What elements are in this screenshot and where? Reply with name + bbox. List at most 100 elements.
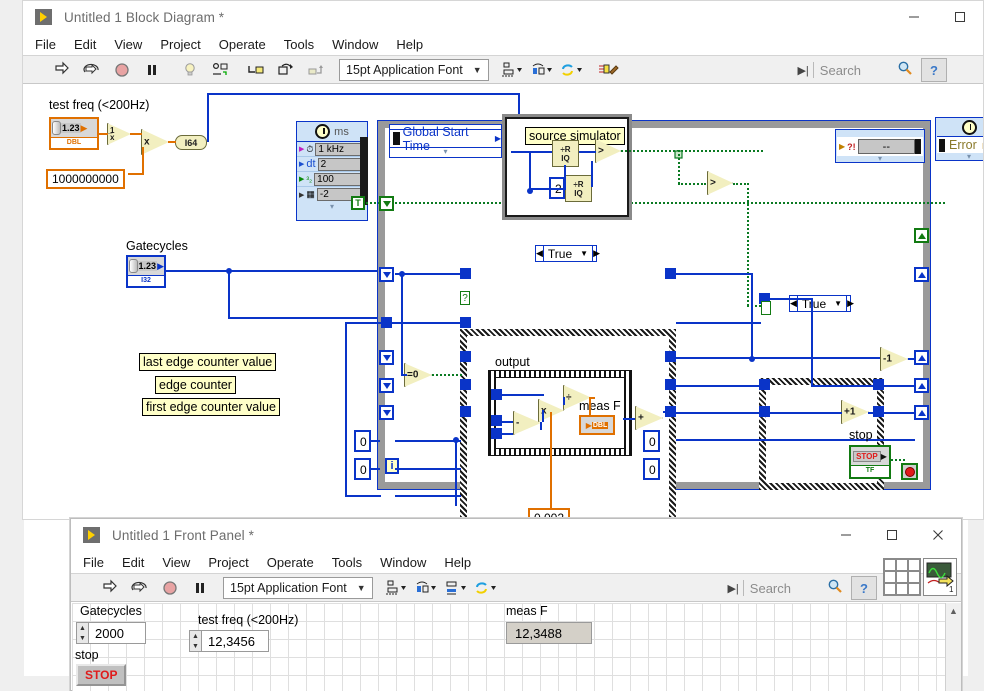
secondary-case-tunnel-r1[interactable] [873, 379, 884, 390]
main-case-tunnel-l5[interactable] [460, 406, 471, 417]
menu-window[interactable]: Window [371, 555, 435, 570]
shift-register-edge-counter-in[interactable] [379, 378, 394, 393]
abort-icon[interactable] [157, 575, 183, 601]
menu-operate[interactable]: Operate [210, 37, 275, 52]
error-terminal-chevron-icon[interactable]: ▾ [937, 153, 983, 161]
search-box[interactable]: ▶| Search [727, 576, 843, 600]
shift-register-first-edge-out[interactable] [914, 405, 929, 420]
stop-button[interactable]: STOP [76, 664, 127, 686]
main-case-selector[interactable]: ◀ True ▼ ▶ [535, 245, 600, 262]
menu-operate[interactable]: Operate [258, 555, 323, 570]
menu-window[interactable]: Window [323, 37, 387, 52]
output-tunnel-top[interactable] [491, 389, 502, 400]
main-case-tunnel-r1[interactable] [665, 268, 676, 279]
front-panel-titlebar[interactable]: Untitled 1 Front Panel * [71, 519, 961, 551]
shift-register-timing-in[interactable] [379, 196, 394, 211]
menu-tools[interactable]: Tools [275, 37, 323, 52]
search-input[interactable]: Search [750, 581, 791, 596]
menu-edit[interactable]: Edit [113, 555, 153, 570]
main-case-tunnel-r3[interactable] [665, 379, 676, 390]
case-prev-icon[interactable]: ◀ [536, 246, 543, 261]
front-panel-canvas[interactable]: Gatecycles ▲ ▼ 2000 test freq (<200Hz) ▲… [72, 603, 946, 691]
shift-register-last-edge-out[interactable] [914, 350, 929, 365]
meas-f-terminal[interactable]: ▶ DBL [579, 415, 615, 435]
shift-register-first-edge-in[interactable] [379, 405, 394, 420]
increment-node[interactable]: +1 [841, 400, 869, 424]
shift-register-gatecycles-in[interactable] [379, 267, 394, 282]
align-objects-icon[interactable] [383, 575, 409, 601]
close-icon[interactable] [915, 519, 961, 551]
step-into-icon[interactable] [243, 57, 269, 83]
test-freq-spinner[interactable]: ▲ ▼ [189, 630, 202, 652]
menu-tools[interactable]: Tools [323, 555, 371, 570]
run-icon[interactable] [97, 575, 123, 601]
equal-zero-node[interactable]: =0 [404, 363, 432, 387]
secondary-case-selector-terminal[interactable] [761, 301, 771, 315]
block-diagram-canvas[interactable]: test freq (<200Hz) 1.23 ▶ DBL 1000000000… [23, 85, 983, 519]
front-panel-scrollbar[interactable]: ▲ [945, 603, 961, 691]
greater-node-2[interactable]: > [707, 171, 733, 195]
minimize-icon[interactable] [823, 519, 869, 551]
run-continuously-icon[interactable] [127, 575, 153, 601]
menu-view[interactable]: View [153, 555, 199, 570]
search-box[interactable]: ▶| Search [797, 58, 913, 82]
shift-register-last-edge-in[interactable] [379, 350, 394, 365]
timing-config-scrollbar[interactable] [360, 137, 368, 205]
abort-icon[interactable] [109, 57, 135, 83]
zero-constant-a[interactable]: 0 [354, 430, 371, 452]
scroll-up-icon[interactable]: ▲ [946, 603, 961, 619]
zero-constant-c[interactable]: 0 [643, 430, 660, 452]
spinner-down-icon[interactable]: ▼ [190, 641, 201, 651]
case-next-icon[interactable]: ▶ [593, 246, 600, 261]
test-freq-terminal[interactable]: 1.23 ▶ DBL [49, 117, 99, 150]
menu-project[interactable]: Project [151, 37, 209, 52]
minimize-icon[interactable] [891, 1, 937, 33]
config-row-clock-source[interactable]: ▶ ⏱ 1 kHz [297, 142, 367, 157]
search-icon[interactable] [827, 578, 843, 599]
reciprocal-node[interactable]: 1̅x [107, 123, 131, 145]
search-icon[interactable] [897, 60, 913, 81]
connector-pane[interactable] [883, 558, 921, 596]
shift-register-gatecycles-out[interactable] [914, 267, 929, 282]
main-case-selector-terminal[interactable]: ? [460, 291, 470, 305]
vi-icon[interactable]: 1 [923, 558, 957, 596]
gatecycles-spinner[interactable]: ▲ ▼ [76, 622, 89, 644]
menu-file[interactable]: File [71, 555, 113, 570]
error-expand-chevron-icon[interactable]: ▾ [837, 155, 923, 163]
greater-node-1[interactable]: > [595, 139, 621, 163]
reorder-icon[interactable] [473, 575, 499, 601]
secondary-case-tunnel-l2[interactable] [759, 379, 770, 390]
highlight-execution-icon[interactable] [177, 57, 203, 83]
i64-conversion-node[interactable]: I64 [175, 135, 207, 150]
add-node[interactable]: + [635, 406, 663, 430]
context-help-button[interactable]: ? [921, 58, 947, 82]
menu-edit[interactable]: Edit [65, 37, 105, 52]
run-continuously-icon[interactable] [79, 57, 105, 83]
spinner-up-icon[interactable]: ▲ [190, 631, 201, 641]
config-row-priority[interactable]: ▶ ³₂ 100 [297, 172, 367, 187]
gatecycles-control[interactable]: ▲ ▼ 2000 [76, 622, 146, 644]
menu-view[interactable]: View [105, 37, 151, 52]
zero-constant-b[interactable]: 0 [354, 458, 371, 480]
tunnel-left-mid[interactable] [381, 317, 392, 328]
front-panel-menubar[interactable]: File Edit View Project Operate Tools Win… [71, 551, 480, 573]
font-selector[interactable]: 15pt Application Font ▼ [223, 576, 373, 599]
true-constant[interactable]: T [351, 196, 365, 210]
step-out-icon[interactable] [303, 57, 329, 83]
quotient-remainder-node-1[interactable]: ÷R IQ [552, 140, 579, 167]
first-edge-comment[interactable]: first edge counter value [142, 398, 280, 417]
output-tunnel-mid[interactable] [491, 415, 502, 426]
font-selector[interactable]: 15pt Application Font ▼ [339, 58, 489, 81]
gatecycles-terminal[interactable]: 1.23 ▶ I32 [126, 255, 166, 288]
edge-counter-comment[interactable]: edge counter [155, 376, 236, 395]
distribute-objects-icon[interactable] [529, 57, 555, 83]
decrement-node[interactable]: -1 [880, 347, 908, 371]
menu-help[interactable]: Help [435, 555, 480, 570]
iteration-terminal[interactable]: i [385, 458, 399, 474]
run-icon[interactable] [49, 57, 75, 83]
distribute-objects-icon[interactable] [413, 575, 439, 601]
stop-terminal[interactable]: STOP ▶ TF [849, 445, 891, 479]
output-tunnel-bot[interactable] [491, 428, 502, 439]
zero-constant-d[interactable]: 0 [643, 458, 660, 480]
step-over-icon[interactable] [273, 57, 299, 83]
